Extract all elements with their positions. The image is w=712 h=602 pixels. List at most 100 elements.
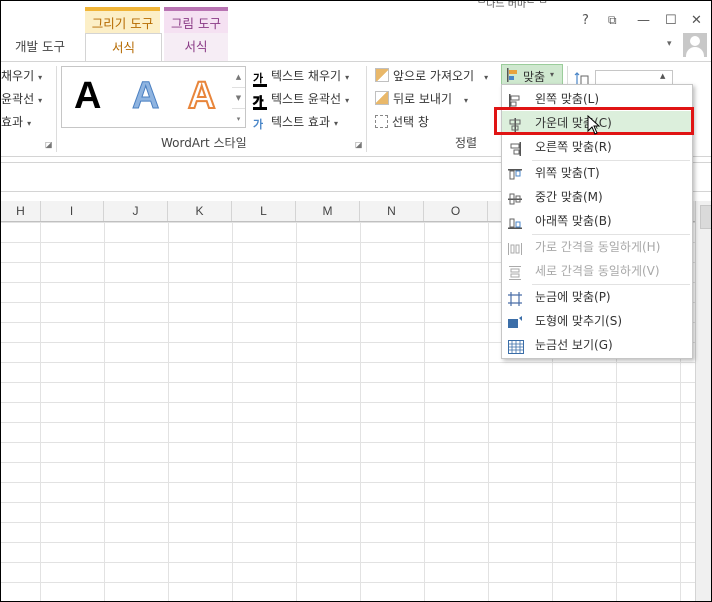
menu-item-distribute-vertically[interactable]: 세로 간격을 동일하게(V) (502, 259, 692, 283)
tab-developer[interactable]: 개발 도구 (1, 33, 79, 61)
menu-item-label: 오른쪽 맞춤(R) (535, 140, 612, 154)
menu-item-label: 도형에 맞추기(S) (535, 314, 623, 328)
wordart-gallery-scroll: ▲ ▼ ▾ (232, 66, 246, 128)
selection-pane-button[interactable]: 선택 창 (375, 113, 429, 130)
chevron-down-icon: ▾ (27, 119, 32, 128)
distribute-horizontal-icon (508, 240, 522, 255)
menu-item-label: 가로 간격을 동일하게(H) (535, 240, 661, 254)
arrange-group-label: 정렬 (455, 136, 478, 150)
column-header[interactable]: L (232, 201, 296, 221)
excel-window: ᄇ나느 버마ᄃ ᄆ ? ⧉ — ☐ ✕ ▾ 그리기 도구 그림 도구 개발 도구… (0, 0, 712, 602)
bring-forward-button[interactable]: 앞으로 가져오기 ▾ (375, 67, 488, 84)
bring-forward-label: 앞으로 가져오기 (393, 69, 475, 83)
menu-item-label: 아래쪽 맞춤(B) (535, 214, 612, 228)
menu-item-label: 눈금에 맞춤(P) (535, 290, 611, 304)
send-backward-button[interactable]: 뒤로 보내기 ▾ (375, 90, 468, 107)
text-fill-icon: 가 (253, 73, 267, 87)
snap-to-shape-icon (508, 314, 522, 328)
shape-styles-launcher-icon[interactable]: ◪ (45, 140, 53, 149)
align-top-icon (508, 166, 522, 180)
collapse-ribbon-icon[interactable]: ▾ (667, 39, 672, 49)
text-effects-button[interactable]: 가 텍스트 효과 ▾ (253, 113, 338, 132)
align-middle-icon (508, 190, 522, 205)
scroll-down-icon[interactable]: ▼ (232, 88, 245, 109)
chevron-down-icon: ▾ (345, 96, 350, 105)
chevron-down-icon: ▾ (38, 96, 43, 105)
minimize-icon[interactable]: — (637, 13, 650, 28)
wordart-gallery: A A A (61, 66, 239, 128)
tab-drawing-format[interactable]: 서식 (85, 33, 162, 63)
column-header[interactable]: I (40, 201, 104, 221)
text-fill-label: 텍스트 채우기 (271, 69, 342, 83)
column-header[interactable]: J (104, 201, 168, 221)
menu-item-distribute-horizontally[interactable]: 가로 간격을 동일하게(H) (502, 235, 692, 259)
wordart-style-orange-outline[interactable]: A (187, 74, 216, 118)
spin-up-icon[interactable]: ▲ (660, 72, 665, 80)
vertical-scrollbar[interactable] (695, 201, 711, 601)
wordart-style-blue[interactable]: A (131, 75, 159, 118)
selection-pane-icon (375, 115, 388, 128)
chevron-down-icon: ▾ (484, 73, 489, 82)
shape-outline-label: 윤곽선 (1, 92, 35, 106)
menu-item-view-gridlines[interactable]: 눈금선 보기(G) (502, 333, 692, 357)
view-gridlines-icon (508, 338, 524, 354)
align-label: 맞춤 (523, 70, 546, 84)
help-icon[interactable]: ? (582, 13, 589, 28)
align-left-icon (508, 92, 522, 108)
mouse-cursor-icon (587, 114, 601, 138)
gallery-more-icon[interactable]: ▾ (232, 109, 245, 129)
column-header[interactable]: O (424, 201, 488, 221)
text-outline-icon: 가 (253, 96, 267, 110)
menu-item-label: 눈금선 보기(G) (535, 338, 613, 352)
menu-item-align-middle[interactable]: 중간 맞춤(M) (502, 185, 692, 209)
bring-forward-icon (375, 68, 389, 82)
wordart-style-black[interactable]: A (74, 75, 101, 118)
chevron-down-icon: ▾ (334, 119, 339, 128)
menu-item-align-bottom[interactable]: 아래쪽 맞춤(B) (502, 209, 692, 233)
maximize-icon[interactable]: ☐ (665, 13, 677, 28)
text-fill-button[interactable]: 가 텍스트 채우기 ▾ (253, 67, 349, 87)
cropped-title-text: ᄇ나느 버마ᄃ ᄆ (477, 0, 548, 10)
distribute-vertical-icon (508, 264, 522, 280)
shape-effects-button[interactable]: 효과 ▾ (1, 113, 31, 130)
text-outline-label: 텍스트 윤곽선 (271, 92, 342, 106)
column-header[interactable]: M (296, 201, 360, 221)
menu-item-align-top[interactable]: 위쪽 맞춤(T) (502, 161, 692, 185)
ribbon-display-icon[interactable]: ⧉ (608, 13, 617, 28)
column-header[interactable]: K (168, 201, 232, 221)
group-separator (366, 66, 367, 152)
send-backward-icon (375, 91, 389, 105)
scroll-up-icon[interactable]: ▲ (232, 67, 245, 88)
chevron-down-icon: ▾ (38, 73, 43, 82)
column-header[interactable]: N (360, 201, 424, 221)
menu-item-label: 중간 맞춤(M) (535, 190, 603, 204)
align-icon (506, 68, 518, 82)
align-right-icon (508, 140, 522, 156)
wordart-launcher-icon[interactable]: ◪ (355, 140, 363, 149)
group-separator (56, 66, 57, 152)
text-outline-button[interactable]: 가 텍스트 윤곽선 ▾ (253, 90, 349, 110)
shape-fill-label: 채우기 (1, 69, 35, 83)
scroll-thumb[interactable] (700, 205, 711, 229)
column-header[interactable]: H (1, 201, 41, 221)
snap-to-grid-icon (508, 290, 522, 306)
menu-item-align-right[interactable]: 오른쪽 맞춤(R) (502, 135, 692, 159)
close-icon[interactable]: ✕ (691, 13, 702, 28)
tab-picture-format[interactable]: 서식 (164, 33, 228, 61)
wordart-group-label: WordArt 스타일 (161, 136, 247, 150)
align-bottom-icon (508, 214, 522, 229)
shape-fill-button[interactable]: 채우기 ▾ (1, 67, 42, 84)
menu-item-snap-to-shape[interactable]: 도형에 맞추기(S) (502, 309, 692, 333)
menu-item-snap-to-grid[interactable]: 눈금에 맞춤(P) (502, 285, 692, 309)
shape-outline-button[interactable]: 윤곽선 ▾ (1, 90, 42, 107)
selection-pane-label: 선택 창 (392, 115, 429, 129)
chevron-down-icon: ▾ (550, 70, 555, 79)
text-effects-label: 텍스트 효과 (271, 115, 331, 129)
send-backward-label: 뒤로 보내기 (393, 92, 453, 106)
account-avatar-icon[interactable] (683, 33, 707, 57)
shape-effects-label: 효과 (1, 115, 24, 129)
text-effects-icon: 가 (253, 118, 264, 131)
chevron-down-icon: ▾ (345, 73, 350, 82)
menu-item-label: 세로 간격을 동일하게(V) (535, 264, 660, 278)
menu-item-label: 위쪽 맞춤(T) (535, 166, 600, 180)
